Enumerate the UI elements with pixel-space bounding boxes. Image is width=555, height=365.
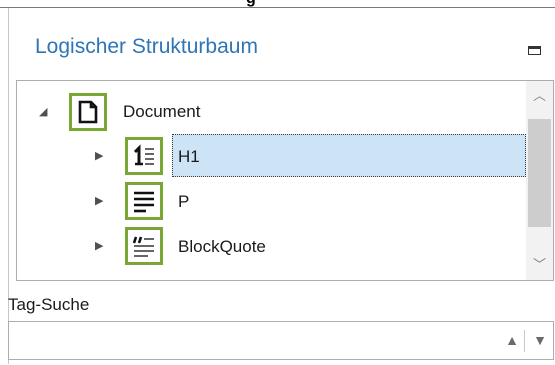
collapsed-arrow-icon[interactable]: ▶ [95,149,103,162]
document-icon[interactable] [69,93,107,131]
tree-item-label: H1 [178,147,200,166]
paragraph-icon[interactable] [125,182,163,220]
search-down-arrow-icon[interactable]: ▼ [527,323,553,358]
tag-search-box: ▲ ▼ [8,321,554,360]
blockquote-icon[interactable] [125,227,163,265]
expanded-arrow-icon[interactable]: ◢ [39,105,47,118]
selection-highlight [172,134,526,177]
scrollbar-thumb[interactable] [528,119,551,227]
spin-divider [524,330,525,352]
tree-item-label: P [178,192,190,211]
collapsed-arrow-icon[interactable]: ▶ [95,194,103,207]
collapsed-arrow-icon[interactable]: ▶ [95,239,103,252]
tree-item-label: Document [123,102,201,121]
panel-title: Logischer Strukturbaum [35,35,258,58]
structure-tree-panel: Logischer Strukturbaum ◢ Document ▶ H1 ▶… [8,8,555,364]
scroll-down-icon[interactable]: ﹀ [526,250,553,280]
heading1-icon[interactable] [125,137,163,175]
scroll-up-icon[interactable]: ︿ [526,81,553,111]
tree-item-label: BlockQuote [178,237,266,256]
tag-search-input[interactable] [10,323,502,360]
search-up-arrow-icon[interactable]: ▲ [499,323,525,358]
tag-search-label: Tag-Suche [8,295,90,314]
structure-tree[interactable]: ◢ Document ▶ H1 ▶ P ▶ BlockQuote ︿ ﹀ [16,80,554,281]
vertical-scrollbar[interactable]: ︿ ﹀ [526,81,553,280]
minimize-icon[interactable] [528,46,541,55]
